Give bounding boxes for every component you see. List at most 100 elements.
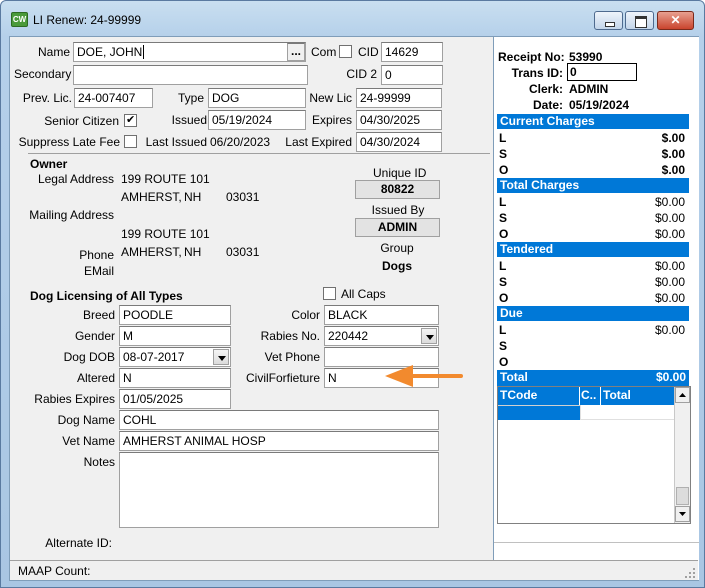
breed-input[interactable]: POODLE (119, 305, 231, 325)
suppress-late-fee-checkbox[interactable] (124, 135, 137, 148)
last-expired-input[interactable]: 04/30/2024 (356, 132, 442, 152)
group-value: Dogs (382, 259, 412, 273)
current-s-label: S (499, 147, 508, 161)
total-o-label: O (499, 227, 509, 241)
due-header: Due (497, 306, 689, 321)
gender-input[interactable]: M (119, 326, 231, 346)
maap-count-label: MAAP Count: (18, 564, 91, 578)
receipt-no-label: Receipt No: (498, 50, 565, 64)
name-input[interactable]: DOE, JOHN (73, 42, 306, 62)
window-title: LI Renew: 24-99999 (33, 13, 142, 27)
due-l-value: $0.00 (654, 323, 685, 337)
group-label: Group (380, 241, 414, 255)
unique-id-value: 80822 (355, 180, 440, 199)
name-lookup-button[interactable]: ... (287, 43, 305, 61)
trans-id-input[interactable]: 0 (567, 63, 637, 81)
mailing-address-line1: 199 ROUTE 101 (121, 227, 210, 241)
grid-scrollbar[interactable] (674, 387, 690, 523)
tendered-l-label: L (499, 259, 507, 273)
arrow-left-icon (385, 365, 463, 387)
current-o-value: $.00 (661, 163, 685, 177)
grand-total-label: Total (500, 370, 528, 384)
chevron-down-icon[interactable] (213, 349, 229, 365)
dog-dob-label: Dog DOB (63, 350, 115, 364)
new-lic-label: New Lic (309, 91, 352, 105)
due-s-label: S (499, 339, 508, 353)
cid2-label: CID 2 (346, 67, 377, 81)
name-label: Name (37, 45, 70, 59)
last-issued-label: Last Issued (145, 135, 207, 149)
new-lic-input[interactable]: 24-99999 (356, 88, 442, 108)
grid-col-total[interactable]: Total (601, 387, 675, 405)
receipt-no-value: 53990 (569, 50, 603, 64)
chevron-down-icon[interactable] (421, 328, 437, 344)
vet-phone-label: Vet Phone (264, 350, 320, 364)
color-input[interactable]: BLACK (324, 305, 439, 325)
mailing-address-city: AMHERST, (121, 245, 182, 259)
scroll-thumb[interactable] (676, 487, 689, 505)
panel-divider (494, 542, 699, 543)
maximize-button[interactable] (625, 11, 654, 30)
issued-by-label: Issued By (371, 203, 425, 217)
grid-col-tcode[interactable]: TCode (498, 387, 580, 405)
status-bar: MAAP Count: (10, 560, 698, 580)
total-l-label: L (499, 195, 507, 209)
current-o-label: O (499, 163, 509, 177)
trans-id-label: Trans ID: (511, 66, 563, 80)
tcode-grid[interactable]: TCode C.. Total (497, 386, 691, 524)
grid-row[interactable] (580, 405, 675, 420)
form-client-area: Name DOE, JOHN ... Com CID 14629 Seconda… (9, 36, 699, 581)
current-s-value: $.00 (661, 147, 685, 161)
date-value: 05/19/2024 (569, 98, 630, 112)
date-label: Date: (532, 98, 563, 112)
scroll-down-icon[interactable] (675, 506, 690, 522)
title-bar[interactable]: CW LI Renew: 24-99999 (1, 1, 704, 37)
secondary-input[interactable] (73, 65, 308, 85)
tendered-o-value: $0.00 (654, 291, 685, 305)
last-issued-value: 06/20/2023 (210, 135, 271, 149)
grid-col-c[interactable]: C.. (580, 387, 601, 405)
dog-name-input[interactable]: COHL (119, 410, 439, 430)
minimize-button[interactable] (594, 11, 623, 30)
prev-lic-input[interactable]: 24-007407 (74, 88, 153, 108)
type-input[interactable]: DOG (208, 88, 306, 108)
all-caps-checkbox[interactable] (323, 287, 336, 300)
expires-input[interactable]: 04/30/2025 (356, 110, 442, 130)
total-l-value: $0.00 (654, 195, 685, 209)
type-label: Type (177, 91, 204, 105)
tendered-o-label: O (499, 291, 509, 305)
grand-total-bar: Total $0.00 (497, 370, 689, 386)
cid2-input[interactable]: 0 (381, 65, 443, 85)
expires-label: Expires (311, 113, 352, 127)
current-charges-header: Current Charges (497, 114, 689, 129)
notes-textarea[interactable] (119, 452, 439, 528)
secondary-label: Secondary (14, 67, 72, 81)
cid-input[interactable]: 14629 (381, 42, 443, 62)
gender-label: Gender (74, 329, 115, 343)
resize-grip-icon[interactable] (684, 567, 696, 579)
clerk-value: ADMIN (569, 82, 609, 96)
rabies-expires-input[interactable]: 01/05/2025 (119, 389, 231, 409)
grid-selected-cell[interactable] (498, 405, 580, 420)
all-caps-label: All Caps (341, 287, 386, 301)
vet-name-input[interactable]: AMHERST ANIMAL HOSP (119, 431, 439, 451)
phone-label: Phone (79, 248, 114, 262)
rabies-no-value: 220442 (328, 329, 369, 343)
altered-input[interactable]: N (119, 368, 231, 388)
total-charges-header: Total Charges (497, 178, 689, 193)
email-label: EMail (83, 264, 114, 278)
tendered-l-value: $0.00 (654, 259, 685, 273)
scroll-up-icon[interactable] (675, 387, 690, 403)
unique-id-label: Unique ID (373, 166, 427, 180)
rabies-expires-label: Rabies Expires (34, 392, 115, 406)
com-checkbox[interactable] (339, 45, 352, 58)
due-o-label: O (499, 355, 509, 369)
issued-input[interactable]: 05/19/2024 (208, 110, 306, 130)
dog-dob-picker[interactable]: 08-07-2017 (119, 347, 231, 367)
close-button[interactable] (657, 11, 694, 30)
tendered-s-label: S (499, 275, 508, 289)
app-icon: CW (11, 12, 28, 27)
total-o-value: $0.00 (654, 227, 685, 241)
rabies-no-select[interactable]: 220442 (324, 326, 439, 346)
senior-citizen-checkbox[interactable] (124, 113, 137, 127)
